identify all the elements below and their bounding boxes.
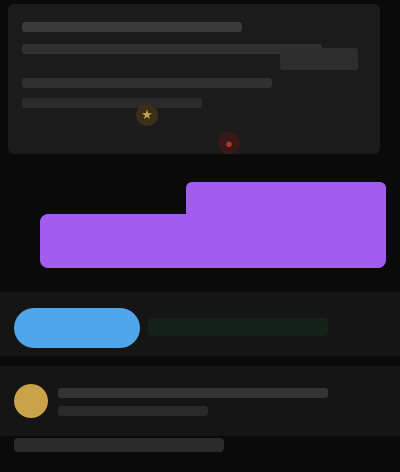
page-title xyxy=(22,22,242,32)
description-line xyxy=(22,98,202,108)
purple-bar-main[interactable] xyxy=(40,214,386,268)
title-badge xyxy=(280,48,358,70)
primary-action-button[interactable] xyxy=(14,308,140,348)
footer-caption xyxy=(14,438,224,452)
status-strip xyxy=(148,318,328,336)
page-subtitle xyxy=(22,44,322,54)
list-item-meta xyxy=(58,406,208,416)
description-line xyxy=(22,78,272,88)
record-icon[interactable]: ● xyxy=(218,132,240,154)
list-row[interactable] xyxy=(0,366,400,436)
list-item-title xyxy=(58,388,328,398)
avatar[interactable] xyxy=(14,384,48,418)
top-panel xyxy=(8,4,380,154)
star-icon[interactable]: ★ xyxy=(136,104,158,126)
